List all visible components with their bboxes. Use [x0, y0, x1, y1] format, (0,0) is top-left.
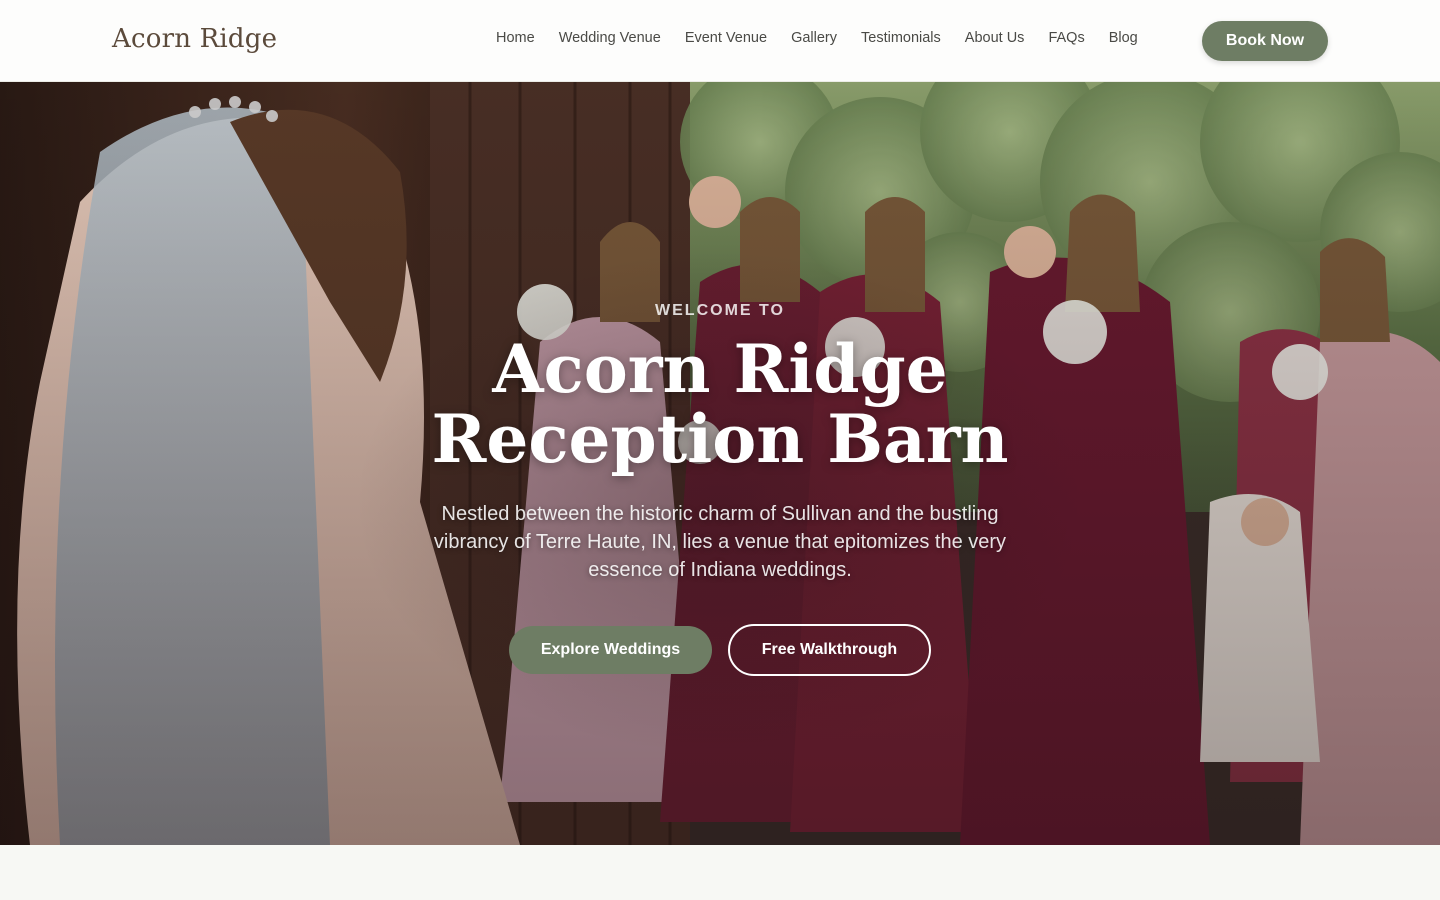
main-nav: Home Wedding Venue Event Venue Gallery T… [496, 30, 1138, 46]
book-now-button[interactable]: Book Now [1202, 21, 1328, 61]
free-walkthrough-button[interactable]: Free Walkthrough [728, 624, 931, 676]
hero-content: WELCOME TO Acorn Ridge Reception Barn Ne… [320, 302, 1120, 676]
hero-eyebrow: WELCOME TO [655, 302, 785, 319]
hero-title-line-1: Acorn Ridge [492, 330, 948, 408]
hero-cta-row: Explore Weddings Free Walkthrough [320, 624, 1120, 676]
nav-gallery[interactable]: Gallery [791, 30, 837, 46]
nav-testimonials[interactable]: Testimonials [861, 30, 941, 46]
nav-blog[interactable]: Blog [1109, 30, 1138, 46]
nav-event-venue[interactable]: Event Venue [685, 30, 767, 46]
nav-faqs[interactable]: FAQs [1048, 30, 1084, 46]
hero-title: Acorn Ridge Reception Barn [320, 334, 1120, 474]
hero-section: WELCOME TO Acorn Ridge Reception Barn Ne… [0, 82, 1440, 845]
below-hero-section [0, 845, 1440, 900]
explore-weddings-button[interactable]: Explore Weddings [509, 626, 712, 674]
hero-subtitle: Nestled between the historic charm of Su… [433, 503, 1007, 581]
site-logo[interactable]: Acorn Ridge [112, 24, 277, 54]
nav-home[interactable]: Home [496, 30, 535, 46]
nav-wedding-venue[interactable]: Wedding Venue [559, 30, 661, 46]
nav-about-us[interactable]: About Us [965, 30, 1025, 46]
site-header: Acorn Ridge Home Wedding Venue Event Ven… [0, 0, 1440, 82]
hero-title-line-2: Reception Barn [431, 400, 1009, 478]
